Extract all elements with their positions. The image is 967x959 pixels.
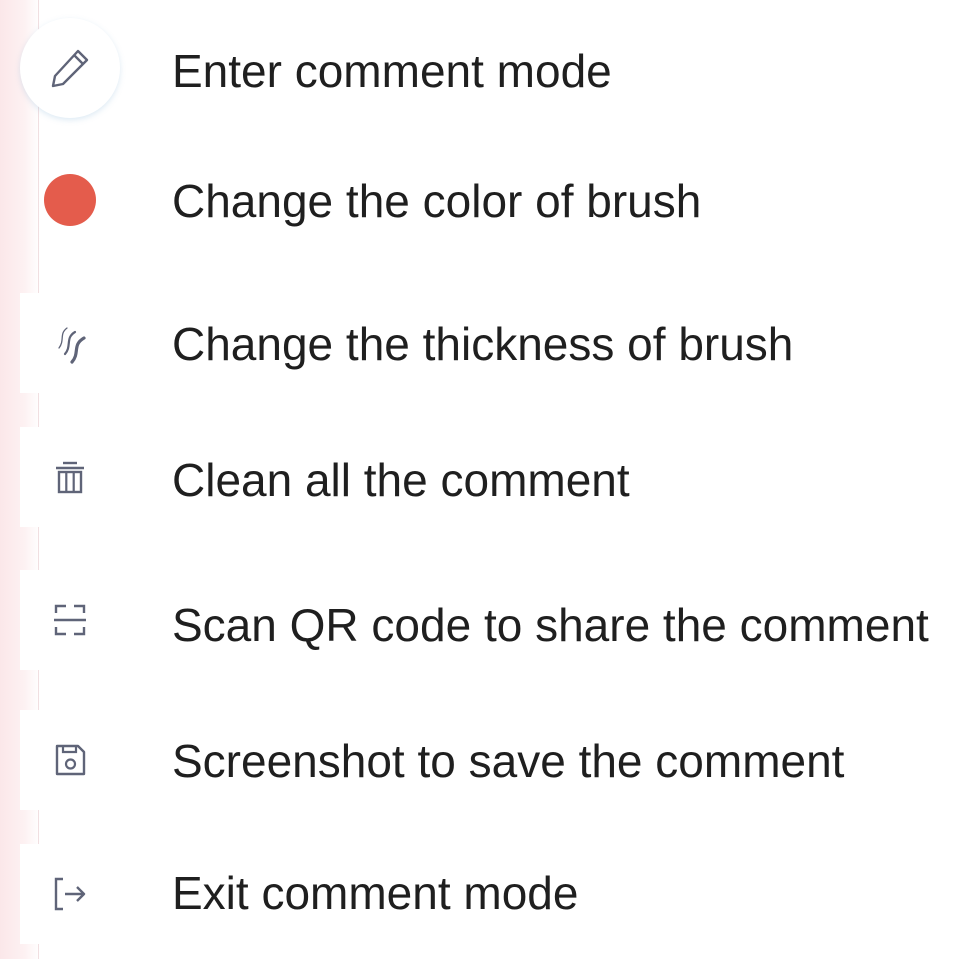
pencil-icon — [51, 49, 89, 88]
legend-row-clean: Clean all the comment — [0, 415, 967, 535]
scan-icon — [54, 604, 86, 636]
legend-label-exit: Exit comment mode — [172, 867, 579, 919]
legend-label-thickness: Change the thickness of brush — [172, 318, 794, 370]
legend-label-clean: Clean all the comment — [172, 454, 630, 506]
share-qr-button[interactable] — [20, 570, 120, 670]
legend-label-enter: Enter comment mode — [172, 45, 612, 97]
legend-label-color: Change the color of brush — [172, 175, 702, 227]
legend-row-exit: Exit comment mode — [0, 832, 967, 952]
legend-row-qr: Scan QR code to share the comment — [0, 560, 967, 680]
legend-label-screenshot: Screenshot to save the comment — [172, 735, 845, 787]
save-icon — [55, 744, 86, 776]
color-dot-icon — [44, 174, 96, 226]
brush-color-button[interactable] — [20, 150, 120, 250]
exit-comment-button[interactable] — [20, 844, 120, 944]
legend-row-screenshot: Screenshot to save the comment — [0, 698, 967, 818]
enter-comment-button[interactable] — [20, 18, 120, 118]
trash-icon — [56, 461, 84, 494]
exit-icon — [54, 877, 86, 911]
screenshot-save-button[interactable] — [20, 710, 120, 810]
brush-thickness-button[interactable] — [20, 293, 120, 393]
brush-thickness-icon — [58, 327, 86, 364]
clean-all-button[interactable] — [20, 427, 120, 527]
legend-row-thickness: Change the thickness of brush — [0, 283, 967, 403]
legend-row-enter: Enter comment mode — [0, 8, 967, 128]
legend-label-qr: Scan QR code to share the comment — [172, 599, 929, 651]
legend-row-color: Change the color of brush — [0, 138, 967, 258]
